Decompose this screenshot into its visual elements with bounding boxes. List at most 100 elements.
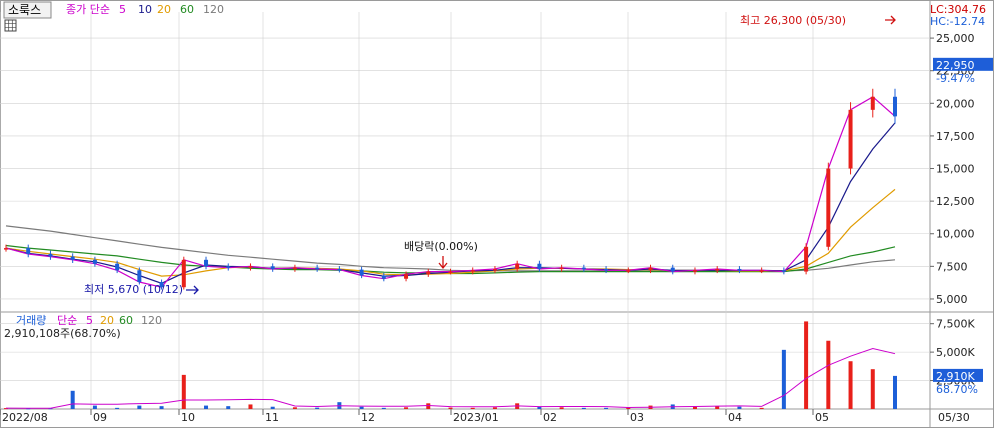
candle-body: [404, 274, 409, 279]
time-tick-label: 09: [93, 411, 107, 424]
volume-bar: [781, 349, 786, 409]
candle-body: [315, 267, 320, 270]
ma-legend-5: 5: [119, 3, 126, 16]
volume-bar: [315, 407, 320, 409]
price-tick-label: 15,000: [936, 163, 975, 176]
volume-bar: [737, 406, 742, 409]
current-price: 22,950: [936, 59, 975, 72]
grid-toggle-icon[interactable]: [4, 19, 17, 32]
candle-body: [715, 268, 720, 271]
price-tick-label: 10,000: [936, 228, 975, 241]
volume-tick-label: 7,500K: [936, 318, 975, 331]
volume-bar: [226, 406, 231, 409]
candle-body: [870, 96, 875, 110]
time-tick-label: 10: [181, 411, 195, 424]
candle-body: [337, 268, 342, 271]
volume-bar: [115, 407, 120, 409]
volume-legend-120: 120: [141, 314, 162, 327]
candle-body: [581, 267, 586, 270]
ma-legend-prefix: 종가 단순: [66, 3, 110, 16]
time-tick-label: 2022/08: [2, 411, 48, 424]
price-tick-label: 5,000: [936, 293, 968, 306]
candle-body: [559, 267, 564, 270]
ma-legend-60: 60: [180, 3, 194, 16]
candle-body: [248, 266, 253, 268]
time-tick-label: 03: [630, 411, 644, 424]
candle-body: [492, 268, 497, 271]
volume-bar: [848, 361, 853, 409]
volume-bar: [270, 406, 275, 409]
volume-bar: [204, 405, 209, 409]
candle-body: [893, 96, 897, 117]
ma-legend-20: 20: [157, 3, 171, 16]
volume-bar: [292, 407, 297, 409]
volume-bar: [92, 405, 97, 409]
candle-body: [26, 248, 31, 254]
volume-bar: [893, 375, 897, 409]
stock-chart: 25,000 22,500 20,000 17,500 15,000 12,500 10,0…: [0, 0, 994, 428]
volume-legend-5: 5: [86, 314, 93, 327]
candle-body: [381, 275, 386, 279]
chart-frame: [0, 0, 994, 428]
volume-bar: [870, 369, 875, 409]
candle-body: [826, 168, 831, 247]
volume-bar: [404, 407, 409, 409]
candle-body: [292, 267, 297, 270]
candle-body: [648, 267, 653, 271]
candle-body: [737, 268, 742, 271]
chart-canvas[interactable]: 25,00022,50020,00017,50015,00012,50010,0…: [0, 0, 994, 428]
volume-bar: [137, 405, 142, 409]
candle-body: [270, 266, 275, 269]
candle-body: [759, 270, 764, 272]
volume-bar: [759, 407, 764, 409]
candle-body: [515, 263, 520, 269]
candle-body: [426, 271, 431, 275]
ticker-tag: 소룩스: [8, 3, 41, 17]
volume-legend-20: 20: [100, 314, 114, 327]
candle-body: [48, 253, 53, 257]
volume-bar: [359, 406, 364, 409]
candle-body: [115, 263, 120, 271]
volume-bar: [804, 321, 809, 409]
volume-bar: [492, 407, 497, 409]
candle-body: [804, 246, 809, 272]
price-tick-label: 12,500: [936, 195, 975, 208]
volume-bar: [559, 407, 564, 409]
candle-body: [626, 270, 631, 272]
price-tick-label: 17,500: [936, 130, 975, 143]
candle-body: [604, 268, 609, 271]
time-tick-label: 05/30: [938, 411, 970, 424]
grid-icon-frame: [4, 19, 17, 32]
candle-body: [692, 270, 697, 272]
volume-bar: [381, 407, 386, 409]
time-tick-label: 04: [728, 411, 742, 424]
ma-legend-120: 120: [203, 3, 224, 16]
candle-body: [204, 259, 209, 267]
volume-bar: [826, 340, 831, 409]
candle-body: [137, 270, 142, 282]
volume-tick-label: 5,000K: [936, 346, 975, 359]
volume-bar: [604, 407, 609, 409]
time-tick-label: 05: [815, 411, 829, 424]
candle-body: [226, 266, 231, 268]
price-tick-label: 25,000: [936, 32, 975, 45]
current-volume-pct: 68.70%: [936, 383, 978, 396]
candle-body: [670, 267, 675, 272]
time-tick-label: 02: [543, 411, 557, 424]
volume-legend-60: 60: [119, 314, 133, 327]
volume-bar: [470, 407, 475, 409]
price-tick-label: 7,500: [936, 260, 968, 273]
dividend-annotation: 배당락(0.00%): [404, 240, 478, 253]
time-tick-label: 2023/01: [453, 411, 499, 424]
volume-bar: [448, 407, 453, 409]
volume-bar: [426, 403, 431, 409]
volume-bar: [70, 390, 75, 409]
volume-sub-value: 2,910,108주(68.70%): [4, 327, 121, 340]
candle-body: [537, 263, 542, 269]
current-change: -9.47%: [936, 72, 975, 85]
volume-bar: [181, 374, 186, 409]
volume-bar: [159, 406, 164, 409]
volume-bar: [692, 406, 697, 409]
candle-body: [4, 248, 8, 250]
low-annotation: 최저 5,670 (10/12): [84, 283, 183, 296]
